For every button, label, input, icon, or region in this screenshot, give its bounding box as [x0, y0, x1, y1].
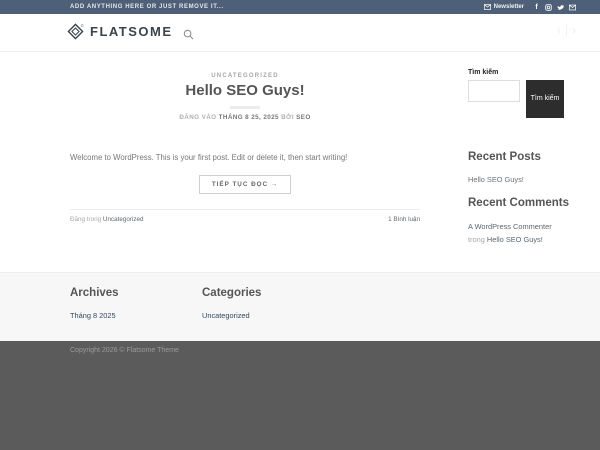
recent-posts-widget: Recent Posts Hello SEO Guys! [468, 151, 578, 184]
post-title[interactable]: Hello SEO Guys! [70, 82, 420, 99]
topbar-right: Newsletter f [483, 4, 576, 11]
recent-comments-widget: Recent Comments A WordPress Commenter tr… [468, 197, 578, 247]
category-link[interactable]: Uncategorized [202, 311, 261, 320]
footer-widgets: Archives Tháng 8 2025 Categories Uncateg… [0, 272, 600, 341]
search-widget-label: Tìm kiếm [468, 69, 499, 76]
archive-link[interactable]: Tháng 8 2025 [70, 311, 119, 320]
post-excerpt: Welcome to WordPress. This is your first… [70, 153, 348, 162]
recent-comments-title: Recent Comments [468, 197, 569, 209]
posted-in-label: Đăng trong [70, 215, 102, 223]
comment-post-link[interactable]: Hello SEO Guys! [487, 235, 543, 244]
sidebar: Tìm kiếm Tìm kiếm Recent Posts Hello SEO… [468, 52, 578, 247]
twitter-icon[interactable] [557, 4, 564, 11]
facebook-icon[interactable]: f [533, 4, 540, 11]
recent-comment-item: A WordPress Commenter trong Hello SEO Gu… [468, 220, 578, 247]
post-author[interactable]: SEO [296, 114, 311, 121]
email-icon[interactable] [569, 4, 576, 11]
readmore-wrap: TIẾP TỤC ĐỌC → [70, 173, 420, 194]
post-footer-meta: Đăng trong Uncategorized 1 Bình luận [70, 216, 420, 223]
search-submit-button[interactable]: Tìm kiếm [526, 80, 564, 118]
topbar-message: ADD ANYTHING HERE OR JUST REMOVE IT... [70, 4, 224, 10]
site-logo[interactable]: FLATSOME [67, 23, 173, 40]
comments-link[interactable]: 1 Bình luận [388, 216, 420, 223]
site-header: FLATSOME ‹ › [0, 14, 600, 52]
categories-widget: Categories Uncategorized [202, 273, 261, 320]
categories-title: Categories [202, 287, 262, 299]
recent-posts-title: Recent Posts [468, 151, 541, 163]
search-input[interactable] [468, 80, 520, 102]
comment-author-link[interactable]: A WordPress Commenter [468, 222, 552, 231]
logo-text: FLATSOME [90, 24, 173, 39]
archives-title: Archives [70, 287, 119, 299]
page: ADD ANYTHING HERE OR JUST REMOVE IT... N… [0, 0, 600, 450]
title-divider [230, 106, 260, 109]
newsletter-label: Newsletter [493, 4, 524, 10]
post-date: THÁNG 8 25, 2025 [218, 114, 279, 121]
by-label: BỞI [281, 114, 294, 121]
instagram-icon[interactable] [545, 3, 552, 11]
post-divider-line [70, 208, 420, 210]
posted-in-category-link[interactable]: Uncategorized [103, 216, 144, 223]
social-links: f [533, 4, 576, 11]
posted-on-label: ĐĂNG VÀO [179, 114, 217, 121]
copyright-text: Copyright 2026 © Flatsome Theme [70, 347, 179, 354]
post-category-label[interactable]: UNCATEGORIZED [70, 73, 420, 79]
topbar: ADD ANYTHING HERE OR JUST REMOVE IT... N… [0, 0, 600, 14]
search-icon[interactable] [183, 27, 194, 40]
comment-connector: trong [468, 235, 485, 245]
prev-arrow-icon[interactable]: ‹ [557, 24, 561, 36]
envelope-icon [483, 4, 491, 10]
recent-post-link[interactable]: Hello SEO Guys! [468, 175, 578, 184]
flatsome-diamond-icon [67, 23, 84, 40]
footer-dark: Copyright 2026 © Flatsome Theme [0, 341, 600, 450]
archives-widget: Archives Tháng 8 2025 [70, 273, 119, 320]
post-meta: ĐĂNG VÀO THÁNG 8 25, 2025 BỞI SEO [70, 114, 420, 121]
post-article: UNCATEGORIZED Hello SEO Guys! ĐĂNG VÀO T… [70, 52, 420, 223]
pagination-divider [566, 24, 567, 36]
posted-in: Đăng trong Uncategorized [70, 216, 144, 223]
main-content: UNCATEGORIZED Hello SEO Guys! ĐĂNG VÀO T… [0, 52, 600, 272]
read-more-button[interactable]: TIẾP TỤC ĐỌC → [198, 174, 292, 194]
header-pagination: ‹ › [557, 24, 576, 36]
search-widget: Tìm kiếm [468, 80, 578, 118]
newsletter-link[interactable]: Newsletter [483, 4, 524, 10]
next-arrow-icon[interactable]: › [572, 24, 576, 36]
